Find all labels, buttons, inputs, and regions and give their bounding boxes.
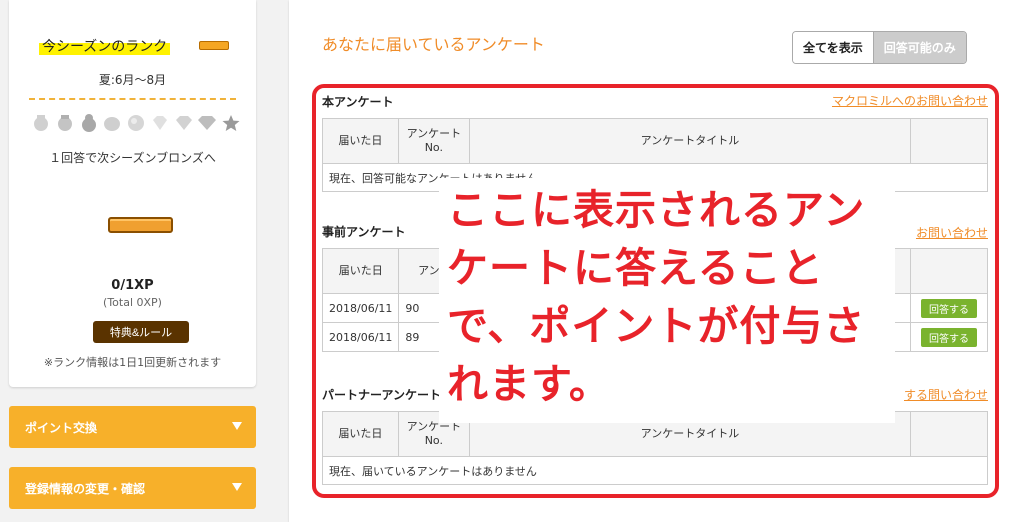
current-rank-badge xyxy=(108,217,173,233)
annotation-line: ケートに答えること xyxy=(447,244,824,292)
rank-card: 今シーズンのランク 夏:6月～8月 １回答で次シーズンブロンズへ 0/1XP (… xyxy=(9,0,256,387)
points-exchange-label: ポイント交換 xyxy=(25,420,98,435)
rank-title: 今シーズンのランク xyxy=(39,36,171,56)
platinum-icon xyxy=(102,113,122,133)
survey-filter: 全てを表示 回答可能のみ xyxy=(792,31,967,64)
annotation-line: で、ポイントが付与さ xyxy=(447,302,866,350)
annotation-callout: ここに表示されるアン ケートに答えること で、ポイントが付与さ れます。 xyxy=(439,178,895,423)
pearl-icon xyxy=(126,113,146,133)
gold-icon xyxy=(79,113,99,133)
season-period: 夏:6月～8月 xyxy=(98,73,167,87)
page-title: あなたに届いているアンケート xyxy=(322,35,545,54)
next-rank-text: １回答で次シーズンブロンズへ xyxy=(49,151,216,165)
annotation-line: れます。 xyxy=(447,360,611,408)
xp-total: (Total 0XP) xyxy=(103,296,162,309)
diamond-icon xyxy=(174,113,194,133)
chevron-down-icon xyxy=(232,422,242,430)
filter-all-button[interactable]: 全てを表示 xyxy=(793,32,874,63)
rank-update-note: ※ランク情報は1日1回更新されます xyxy=(43,356,222,369)
rank-medals xyxy=(31,110,241,136)
annotation-line: ここに表示されるアン xyxy=(447,186,866,234)
points-exchange-button[interactable]: ポイント交換 xyxy=(9,406,256,448)
bronze-icon xyxy=(31,113,51,133)
rules-button[interactable]: 特典&ルール xyxy=(93,321,189,343)
rank-badge-icon xyxy=(199,41,229,50)
diamond-icon xyxy=(197,113,217,133)
diamond-icon xyxy=(150,113,170,133)
silver-icon xyxy=(55,113,75,133)
chevron-down-icon xyxy=(232,483,242,491)
xp-value: 0/1XP xyxy=(111,278,154,293)
profile-edit-button[interactable]: 登録情報の変更・確認 xyxy=(9,467,256,509)
star-icon xyxy=(221,113,241,133)
profile-edit-label: 登録情報の変更・確認 xyxy=(25,481,146,496)
divider xyxy=(29,98,236,100)
filter-answerable-button[interactable]: 回答可能のみ xyxy=(873,32,966,63)
